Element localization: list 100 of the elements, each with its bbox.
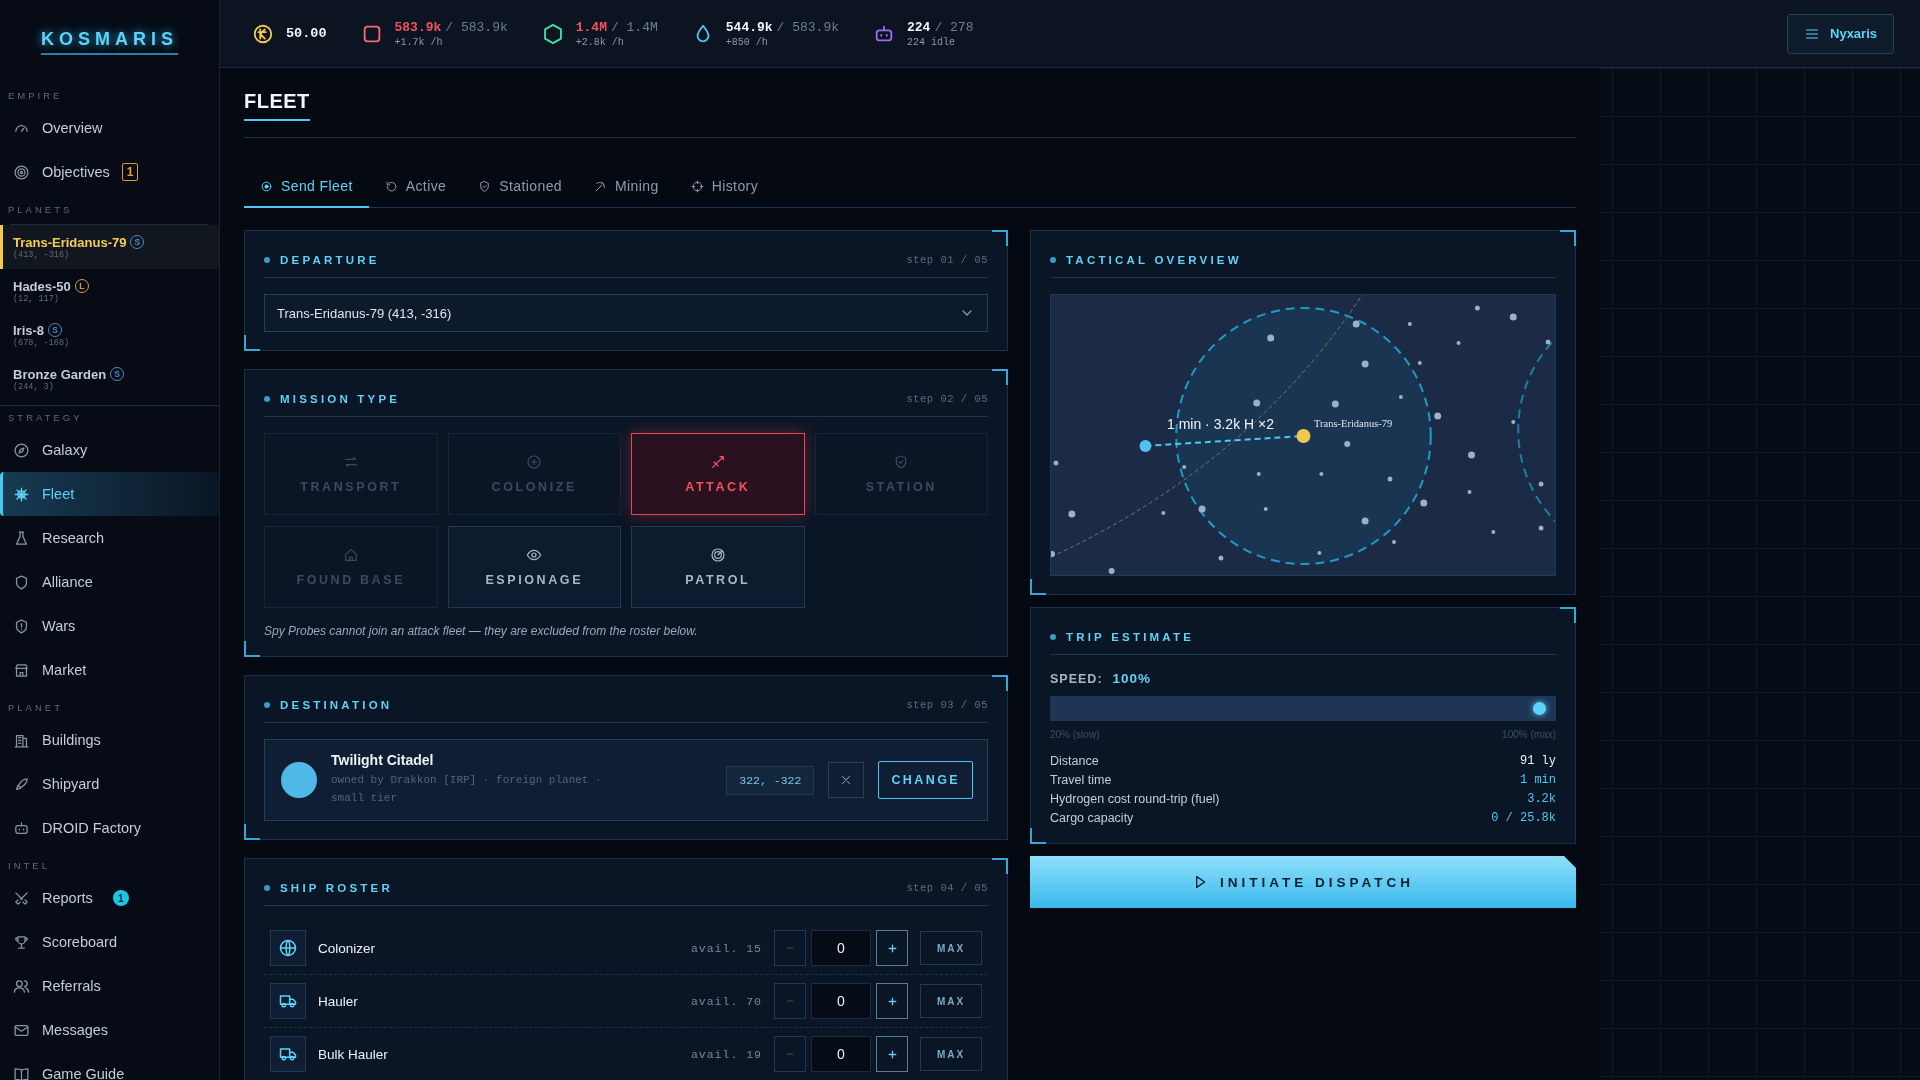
stat-label: Hydrogen cost round-trip (fuel) xyxy=(1050,792,1220,806)
step-indicator: step 01 / 05 xyxy=(906,254,988,266)
section-heading: PLANETS xyxy=(7,202,74,217)
nav-item[interactable]: Messages xyxy=(0,1008,219,1052)
nav-item[interactable]: Research xyxy=(0,516,219,560)
tab[interactable]: Mining xyxy=(578,168,675,208)
corner-bracket xyxy=(1030,828,1046,844)
section-dot xyxy=(264,885,270,891)
nav-item[interactable]: Referrals xyxy=(0,964,219,1008)
trophy-icon xyxy=(13,933,30,951)
section-dot xyxy=(264,257,270,263)
tab[interactable]: Stationed xyxy=(462,168,578,208)
step-indicator: step 02 / 05 xyxy=(906,393,988,405)
plus-circle-icon xyxy=(526,454,543,470)
ship-wheel-icon xyxy=(13,485,30,503)
section-title: TRIP ESTIMATE xyxy=(1066,631,1196,643)
speed-value: 100% xyxy=(1112,671,1152,686)
slider-thumb[interactable] xyxy=(1533,702,1546,715)
nav-item[interactable]: Objectives 1 xyxy=(0,150,219,194)
sword-icon xyxy=(709,454,726,470)
section-dot xyxy=(1050,634,1056,640)
change-button[interactable]: CHANGE xyxy=(878,761,973,799)
home-icon xyxy=(342,547,359,563)
rocket-icon xyxy=(13,775,30,793)
route-label: 1 min · 3.2k H ×2 xyxy=(1167,416,1274,432)
count-badge: 1 xyxy=(121,163,139,181)
mission-type-button[interactable]: PATROL xyxy=(631,526,805,608)
tab[interactable]: Send Fleet xyxy=(244,168,369,208)
crossed-swords-icon xyxy=(13,889,30,907)
max-button[interactable]: MAX xyxy=(920,1037,982,1071)
nav-item[interactable]: DROID Factory xyxy=(0,806,219,850)
speed-label: SPEED: xyxy=(1050,672,1103,686)
planet-coordinates: (12, 117) xyxy=(13,293,60,304)
mission-type-button[interactable]: ESPIONAGE xyxy=(447,526,621,608)
resource-rate: 224 idle xyxy=(907,36,957,48)
mission-type-button[interactable]: ATTACK xyxy=(631,433,805,515)
nav-item[interactable]: Overview xyxy=(0,106,219,150)
resource-capacity: / 278 xyxy=(934,19,974,35)
section-title: DEPARTURE xyxy=(280,254,381,266)
planet-item[interactable]: Trans-Eridanus-79 S (413, -316) xyxy=(0,225,219,269)
corner-bracket xyxy=(244,335,260,351)
planet-name: Hades-50 xyxy=(13,278,71,294)
max-button[interactable]: MAX xyxy=(920,931,982,965)
nav-item[interactable]: Reports 1 xyxy=(0,876,219,920)
section-title: MISSION TYPE xyxy=(280,393,402,405)
nav-item[interactable]: Alliance xyxy=(0,560,219,604)
section-title: SHIP ROSTER xyxy=(280,882,394,894)
nav-item[interactable]: Shipyard xyxy=(0,762,219,806)
tab[interactable]: Active xyxy=(368,168,463,208)
increment-button[interactable] xyxy=(876,983,908,1019)
nav-item[interactable]: Market xyxy=(0,648,219,692)
available-count: avail. 15 xyxy=(690,941,762,955)
nav-item[interactable]: Fleet xyxy=(0,472,219,516)
resource-amount: 544.9k xyxy=(725,19,773,35)
rotate-icon xyxy=(384,179,398,193)
departure-select[interactable]: Trans-Eridanus-79 (413, -316) xyxy=(264,294,988,332)
resource-capacity: / 583.9k xyxy=(776,19,839,35)
resource-amount: 1.4M xyxy=(575,19,607,35)
section-dot xyxy=(264,702,270,708)
stat-value: 0 / 25.8k xyxy=(1491,811,1556,825)
ship-name: Hauler xyxy=(318,993,359,1009)
quantity-field[interactable]: 0 xyxy=(811,983,871,1019)
stat-label: Distance xyxy=(1050,754,1099,768)
resource-rate: +850 /h xyxy=(725,36,769,48)
section-heading: EMPIRE xyxy=(7,88,64,103)
nav-item[interactable]: Game Guide xyxy=(0,1052,219,1080)
section-title: DESTINATION xyxy=(280,699,394,711)
count-badge: 1 xyxy=(112,890,129,906)
credits-amount: 50.00 xyxy=(286,26,327,41)
nav-item[interactable]: Galaxy xyxy=(0,428,219,472)
stat-value: 3.2k xyxy=(1527,792,1556,806)
planet-item[interactable]: Iris-8 S (678, -168) xyxy=(0,313,219,357)
max-button[interactable]: MAX xyxy=(920,984,982,1018)
nav-item[interactable]: Buildings xyxy=(0,718,219,762)
corner-bracket xyxy=(992,369,1008,385)
dispatch-button[interactable]: INITIATE DISPATCH xyxy=(1030,856,1576,908)
nav-item[interactable]: Scoreboard xyxy=(0,920,219,964)
increment-button[interactable] xyxy=(876,930,908,966)
page-title: FLEET xyxy=(244,90,310,121)
robot-icon xyxy=(13,819,30,837)
planet-coordinates: (244, 3) xyxy=(13,381,55,392)
coordinates-chip: 322, -322 xyxy=(726,765,815,795)
nav-item[interactable]: Wars xyxy=(0,604,219,648)
coin-icon xyxy=(252,22,274,45)
user-menu-button[interactable]: Nyxaris xyxy=(1787,13,1894,54)
quantity-field[interactable]: 0 xyxy=(811,1036,871,1072)
section-dot xyxy=(264,396,270,402)
planet-details: owned by Drakkon [IRP] · foreign planet · small tier xyxy=(331,773,603,806)
section-heading: INTEL xyxy=(7,858,51,873)
increment-button[interactable] xyxy=(876,1036,908,1072)
available-count: avail. 70 xyxy=(690,994,762,1008)
quantity-field[interactable]: 0 xyxy=(811,930,871,966)
planet-item[interactable]: Hades-50 L (12, 117) xyxy=(0,269,219,313)
users-icon xyxy=(13,977,30,995)
tab[interactable]: History xyxy=(674,168,775,208)
planet-item[interactable]: Bronze Garden S (244, 3) xyxy=(0,357,219,401)
planet-name: Bronze Garden xyxy=(13,366,107,382)
stat-value: 1 min xyxy=(1520,773,1556,787)
resource-capacity: / 1.4M xyxy=(610,19,658,35)
resource-capacity: / 583.9k xyxy=(445,19,508,35)
